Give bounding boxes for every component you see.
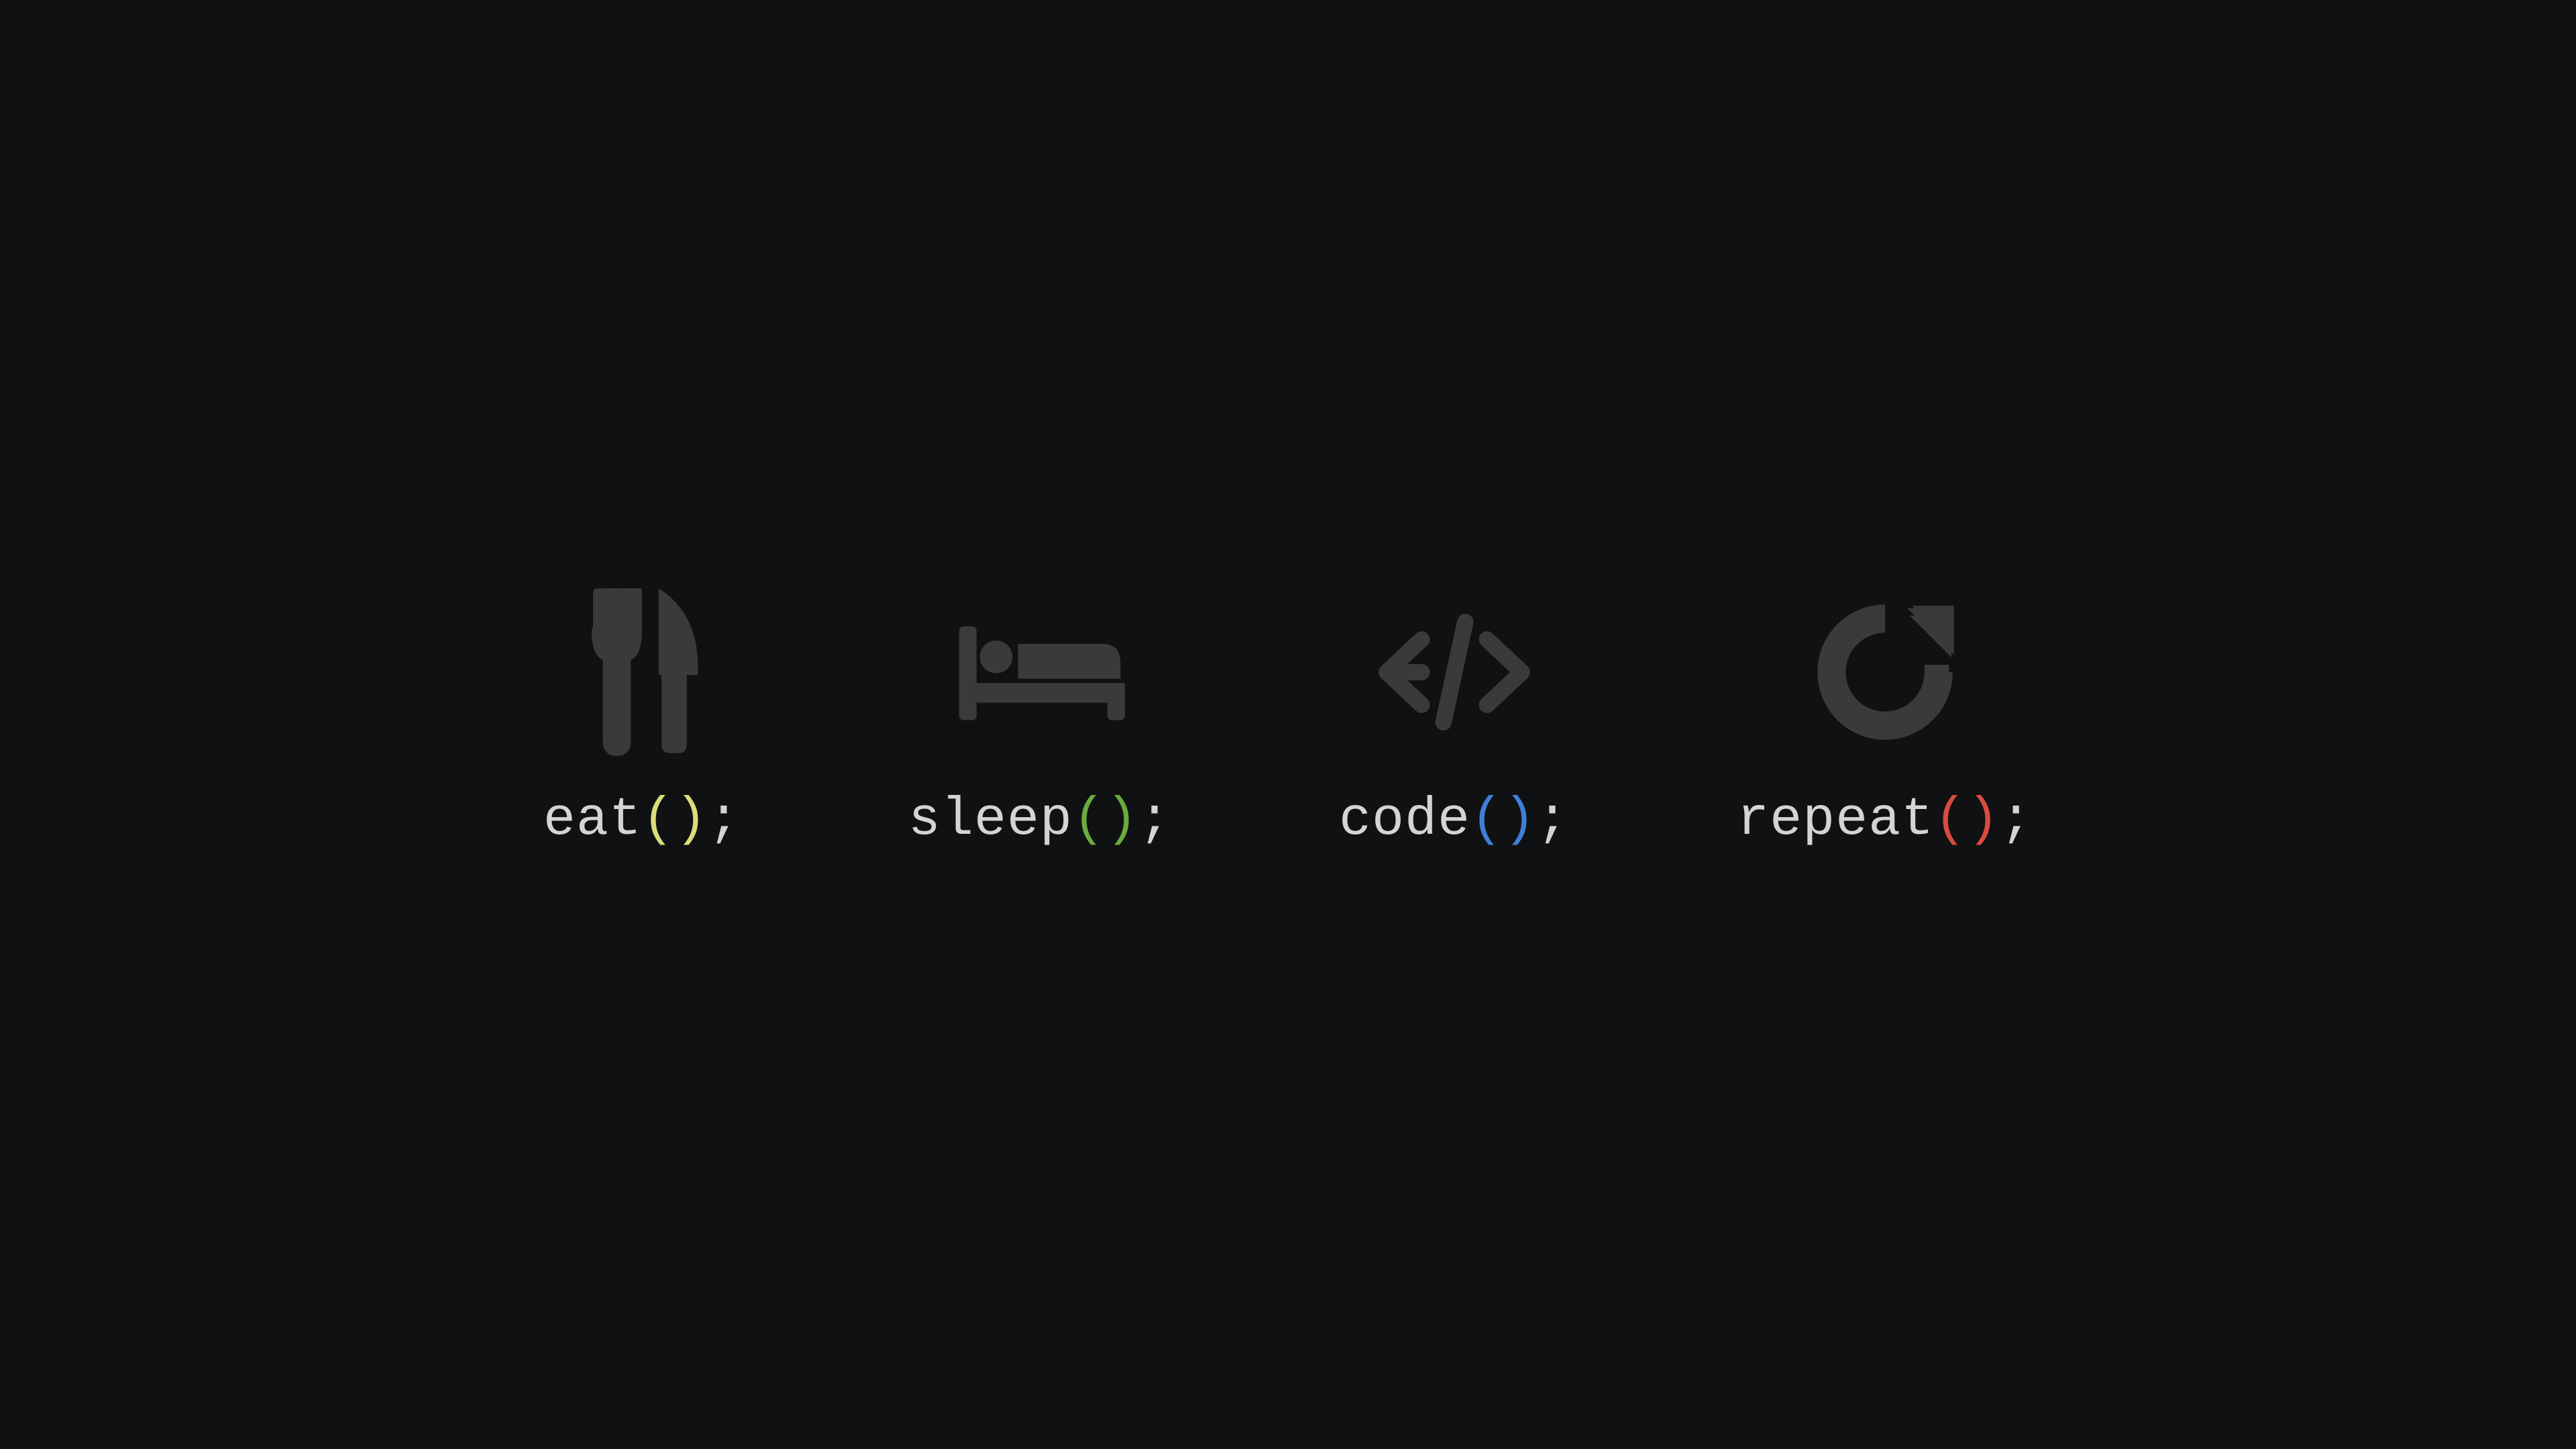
semicolon: ;	[708, 790, 741, 851]
food-icon	[555, 585, 729, 759]
wallpaper-container: eat(); sleep(); code();	[543, 585, 2033, 851]
item-eat: eat();	[543, 585, 741, 851]
parens: ()	[1934, 790, 2000, 851]
semicolon: ;	[1536, 790, 1569, 851]
item-repeat: repeat();	[1737, 585, 2033, 851]
semicolon: ;	[2000, 790, 2033, 851]
item-code: code();	[1339, 585, 1569, 851]
item-sleep: sleep();	[908, 585, 1171, 851]
label-eat: eat();	[543, 790, 741, 851]
label-code: code();	[1339, 790, 1569, 851]
parens: ()	[1073, 790, 1138, 851]
parens: ()	[642, 790, 708, 851]
parens: ()	[1470, 790, 1536, 851]
code-icon	[1367, 585, 1542, 759]
label-sleep: sleep();	[908, 790, 1171, 851]
fn-name: code	[1339, 790, 1470, 851]
fn-name: eat	[543, 790, 642, 851]
semicolon: ;	[1138, 790, 1171, 851]
fn-name: repeat	[1737, 790, 1934, 851]
fn-name: sleep	[908, 790, 1073, 851]
refresh-icon	[1798, 585, 1972, 759]
bed-icon	[953, 585, 1127, 759]
label-repeat: repeat();	[1737, 790, 2033, 851]
